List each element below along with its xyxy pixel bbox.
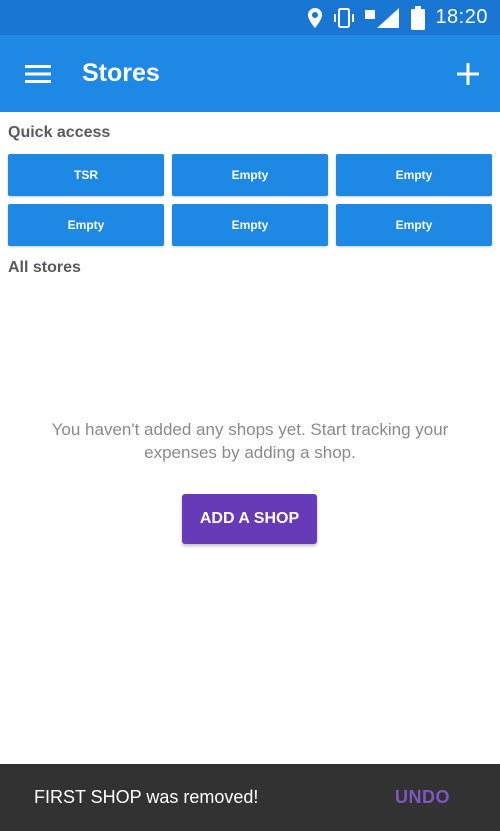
app-bar: Stores xyxy=(0,35,500,112)
status-bar: 18:20 xyxy=(0,0,500,35)
clock: 18:20 xyxy=(435,6,488,28)
battery-icon xyxy=(411,5,426,30)
quick-access-tile[interactable]: Empty xyxy=(172,154,328,196)
add-store-button[interactable] xyxy=(436,35,500,112)
snackbar-message: FIRST SHOP was removed! xyxy=(34,787,259,807)
empty-state-message: You haven't added any shops yet. Start t… xyxy=(51,420,449,462)
signal-icon xyxy=(365,7,401,29)
quick-access-tile[interactable]: Empty xyxy=(336,204,492,246)
page-title: Stores xyxy=(82,59,160,87)
all-stores-heading: All stores xyxy=(8,259,81,276)
quick-access-grid: TSR Empty Empty Empty Empty Empty xyxy=(8,154,493,246)
snackbar: FIRST SHOP was removed! UNDO xyxy=(0,764,500,831)
undo-button[interactable]: UNDO xyxy=(395,787,450,808)
plus-icon xyxy=(457,62,479,85)
location-icon xyxy=(307,7,323,29)
hamburger-menu-icon xyxy=(25,64,51,83)
quick-access-tile[interactable]: TSR xyxy=(8,154,164,196)
quick-access-heading: Quick access xyxy=(8,124,111,141)
menu-button[interactable] xyxy=(0,35,78,112)
vibrate-icon xyxy=(333,7,355,29)
add-shop-button[interactable]: ADD A SHOP xyxy=(182,494,317,544)
quick-access-tile[interactable]: Empty xyxy=(172,204,328,246)
quick-access-tile[interactable]: Empty xyxy=(8,204,164,246)
quick-access-tile[interactable]: Empty xyxy=(336,154,492,196)
